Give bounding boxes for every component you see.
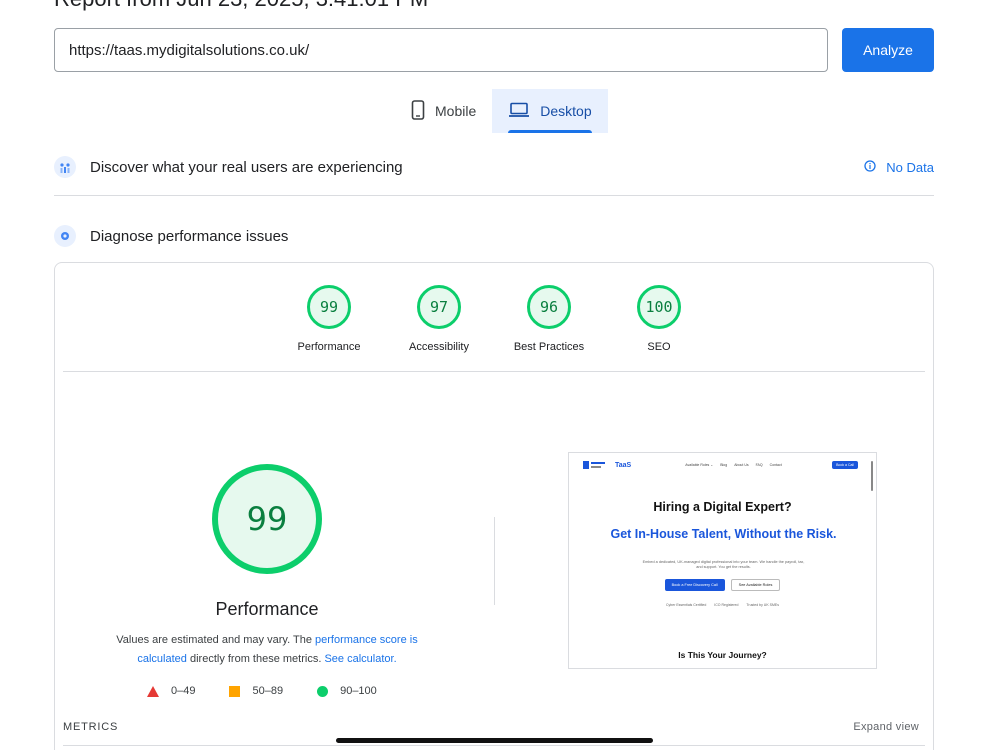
device-tabs: Mobile Desktop [395, 89, 608, 133]
circle-icon [317, 685, 329, 697]
diagnose-icon [54, 225, 76, 247]
thumb-badge: ICO Registered [714, 603, 739, 607]
explain-text-2: directly from these metrics. [186, 653, 325, 665]
gauge-best-practices[interactable]: 96 Best Practices [504, 285, 594, 353]
see-calculator-link[interactable]: See calculator. [324, 653, 396, 665]
thumb-badge: Cyber Essentials Certified [666, 603, 707, 607]
gauge-score: 97 [417, 285, 461, 329]
gauge-label: Accessibility [409, 341, 469, 353]
thumb-headline: Hiring a Digital Expert? [653, 500, 792, 514]
report-card: 99 Performance 97 Accessibility 96 Best … [54, 262, 934, 750]
laptop-icon [508, 102, 530, 121]
legend-range: 50–89 [252, 685, 284, 697]
triangle-icon [147, 685, 159, 697]
active-tab-indicator [508, 130, 592, 133]
vertical-separator [494, 517, 495, 605]
tab-mobile-label: Mobile [435, 103, 477, 119]
thumb-nav-link: FAQ [755, 463, 763, 467]
thumb-subheadline: Get In-House Talent, Without the Risk. [610, 527, 837, 541]
score-explanation: Values are estimated and may vary. The p… [97, 631, 437, 669]
expand-view-toggle[interactable]: Expand view [853, 721, 919, 733]
thumb-badge: Trusted by UK SMEs [746, 603, 779, 607]
thumb-buttons: Book a Free Discovery Call See Available… [569, 579, 876, 591]
thumb-nav: TaaS Available Roles ⌄ Blog About Us FAQ… [569, 453, 876, 477]
gauge-accessibility[interactable]: 97 Accessibility [394, 285, 484, 353]
gauge-label: Performance [297, 341, 361, 353]
field-data-row: Discover what your real users are experi… [54, 156, 934, 178]
thumb-brand: TaaS [615, 461, 632, 469]
page-screenshot-thumbnail[interactable]: TaaS Available Roles ⌄ Blog About Us FAQ… [568, 452, 877, 669]
thumb-nav-cta: Book a Call [832, 461, 858, 469]
thumb-scrollbar [871, 461, 873, 491]
performance-main-label: Performance [215, 599, 319, 619]
thumb-primary-button: Book a Free Discovery Call [664, 579, 725, 591]
lab-data-row: Diagnose performance issues [54, 225, 934, 247]
metrics-divider [63, 745, 925, 746]
no-data-label: No Data [886, 159, 934, 175]
legend-range: 90–100 [340, 685, 377, 697]
users-icon [54, 156, 76, 178]
explain-text-1: Values are estimated and may vary. The [116, 634, 315, 646]
analyze-button[interactable]: Analyze [842, 28, 934, 72]
home-indicator[interactable] [336, 738, 653, 743]
thumb-nav-link: Contact [769, 463, 782, 467]
score-gauges: 99 Performance 97 Accessibility 96 Best … [55, 285, 933, 353]
legend-pass: 90–100 [317, 685, 377, 697]
report-title: Report from Jun 23, 2025, 3:41:01 PM [54, 0, 428, 12]
thumb-nav-links: Available Roles ⌄ Blog About Us FAQ Cont… [685, 463, 781, 467]
metrics-heading: METRICS [63, 721, 119, 733]
legend-average: 50–89 [229, 685, 283, 697]
thumb-body: Embed a dedicated, UK-managed digital pr… [642, 560, 805, 569]
thumb-section-title: Is This Your Journey? [678, 650, 767, 660]
thumb-secondary-button: See Available Roles [730, 579, 781, 591]
thumb-nav-link: Blog [720, 463, 728, 467]
legend-fail: 0–49 [147, 685, 195, 697]
score-legend: 0–49 50–89 90–100 [147, 685, 377, 697]
thumb-badges: Cyber Essentials Certified ICO Registere… [569, 603, 876, 607]
logo-icon [583, 459, 607, 471]
lab-data-title: Diagnose performance issues [90, 227, 289, 245]
field-data-title: Discover what your real users are experi… [90, 158, 403, 176]
gauge-label: SEO [647, 341, 671, 353]
legend-range: 0–49 [171, 685, 196, 697]
performance-main-gauge: 99 [212, 464, 322, 574]
gauge-score: 100 [637, 285, 681, 329]
gauge-score: 96 [527, 285, 571, 329]
square-icon [229, 685, 241, 697]
thumb-nav-link: Available Roles ⌄ [685, 463, 714, 467]
gauge-label: Best Practices [513, 341, 585, 353]
no-data-status[interactable]: No Data [864, 160, 934, 175]
card-divider [63, 371, 925, 372]
tab-desktop-label: Desktop [540, 103, 592, 119]
tab-desktop[interactable]: Desktop [492, 89, 608, 133]
tab-mobile[interactable]: Mobile [395, 89, 492, 133]
url-input[interactable] [54, 28, 828, 72]
info-icon [864, 159, 876, 175]
phone-icon [411, 99, 425, 123]
thumb-nav-link: About Us [734, 463, 749, 467]
gauge-score: 99 [307, 285, 351, 329]
section-divider [54, 195, 934, 196]
gauge-performance[interactable]: 99 Performance [284, 285, 374, 353]
gauge-seo[interactable]: 100 SEO [614, 285, 704, 353]
